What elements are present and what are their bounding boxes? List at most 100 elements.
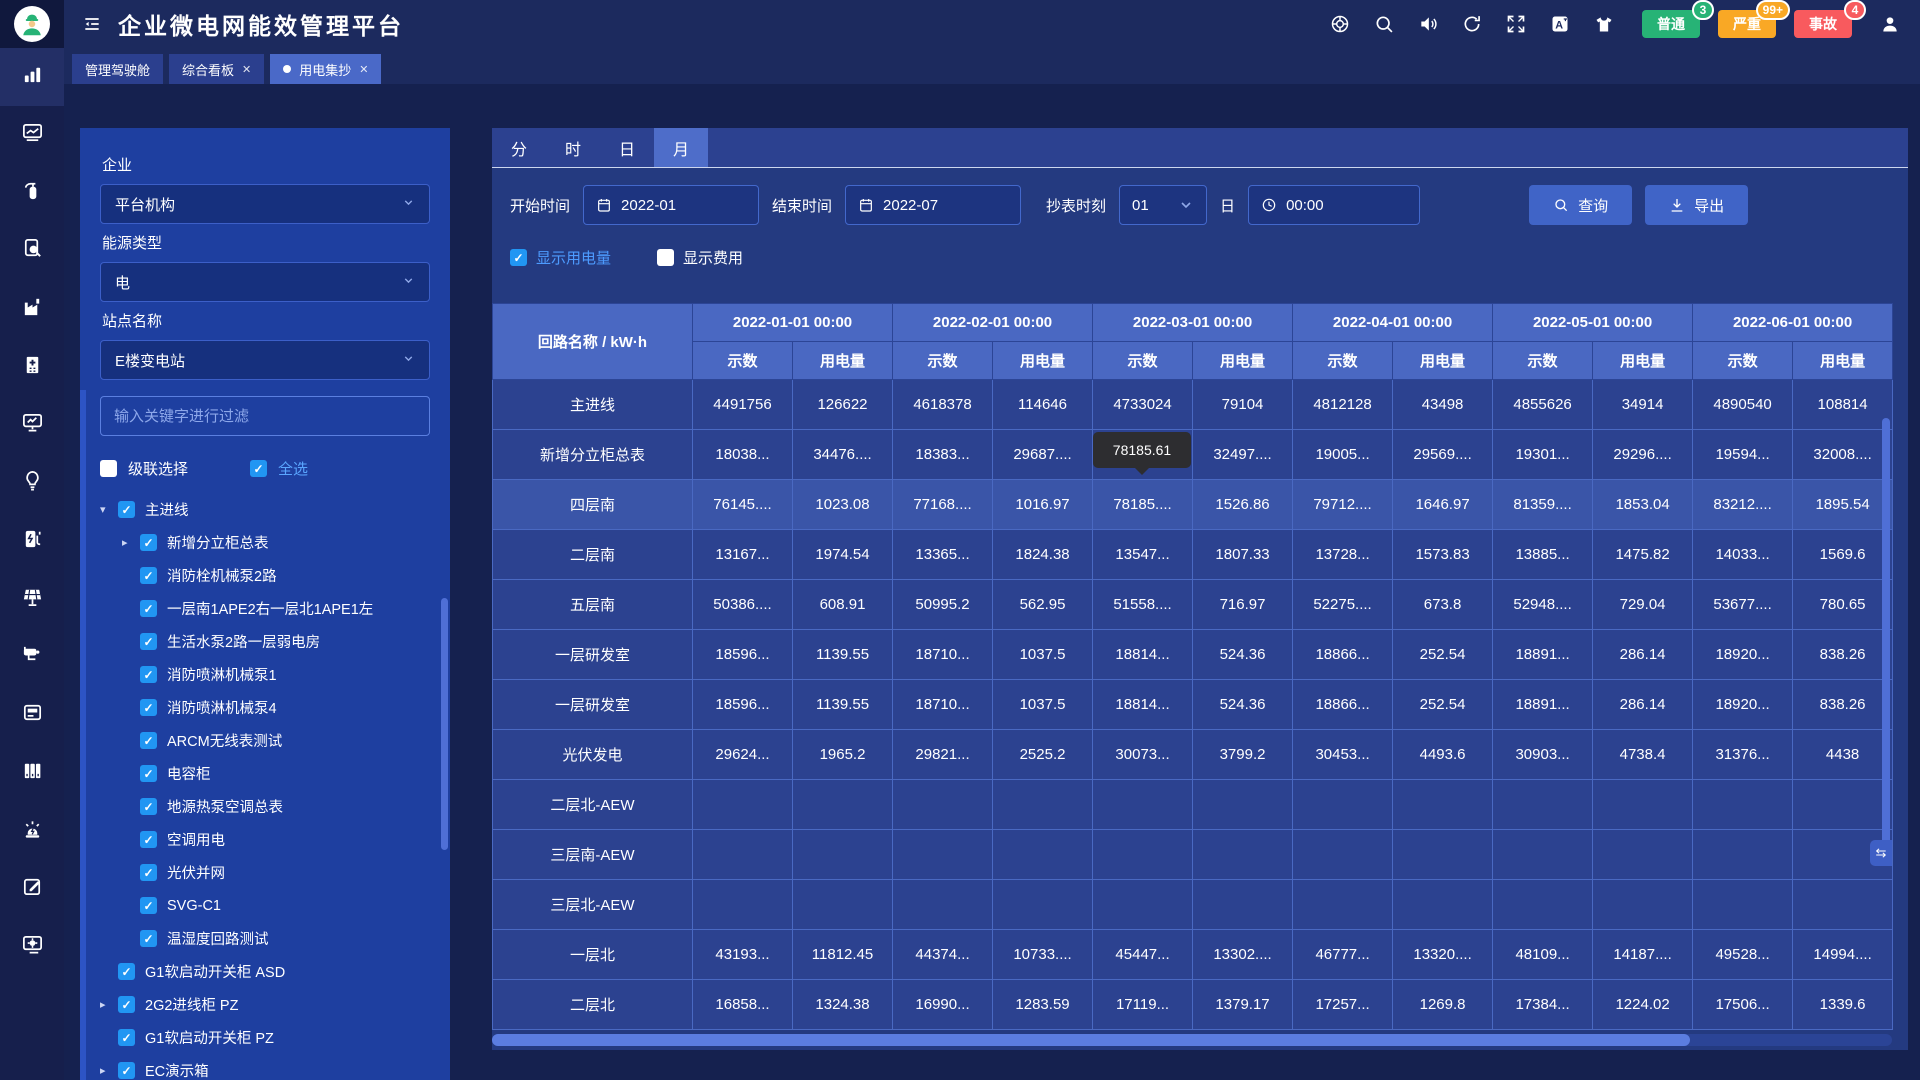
sidebar-item-hospital[interactable] xyxy=(0,338,64,396)
tree-item[interactable]: ▸✓2G2进线柜 PZ xyxy=(100,988,430,1021)
tree-item-checkbox[interactable]: ✓ xyxy=(140,765,157,782)
table-row[interactable]: 一层北43193...11812.4544374...10733....4544… xyxy=(493,930,1893,980)
tree-item-checkbox[interactable]: ✓ xyxy=(140,567,157,584)
tree-item-checkbox[interactable]: ✓ xyxy=(140,699,157,716)
tree-item[interactable]: ✓ARCM无线表测试 xyxy=(100,724,430,757)
close-tab-icon[interactable]: ✕ xyxy=(359,63,368,76)
nav-tab[interactable]: 管理驾驶舱 xyxy=(72,54,163,84)
sidebar-item-cctv-camera[interactable] xyxy=(0,628,64,686)
sidebar-item-solar-panel[interactable] xyxy=(0,570,64,628)
fullscreen-icon[interactable] xyxy=(1506,14,1526,34)
table-row[interactable]: 三层北-AEW xyxy=(493,880,1893,930)
nav-tab[interactable]: 用电集抄✕ xyxy=(270,54,381,84)
tree-item-checkbox[interactable]: ✓ xyxy=(118,996,135,1013)
tree-item-checkbox[interactable]: ✓ xyxy=(140,732,157,749)
end-date-input[interactable]: 2022-07 xyxy=(845,185,1021,225)
close-tab-icon[interactable]: ✕ xyxy=(242,63,251,76)
tree-item-checkbox[interactable]: ✓ xyxy=(118,501,135,518)
cascade-select-checkbox[interactable] xyxy=(100,460,117,477)
sidebar-item-inspection[interactable] xyxy=(0,222,64,280)
help-icon[interactable] xyxy=(1330,14,1350,34)
sidebar-item-bar-chart[interactable] xyxy=(0,48,64,106)
period-tab[interactable]: 时 xyxy=(546,128,600,167)
show-energy-option[interactable]: ✓ 显示用电量 xyxy=(510,247,611,268)
tree-item-checkbox[interactable]: ✓ xyxy=(140,831,157,848)
period-tab[interactable]: 月 xyxy=(654,128,708,167)
export-button[interactable]: 导出 xyxy=(1645,185,1748,225)
sidebar-item-bulb[interactable] xyxy=(0,454,64,512)
select-all-checkbox[interactable]: ✓ xyxy=(250,460,267,477)
column-settings-handle[interactable]: ⇆ xyxy=(1870,840,1892,866)
table-row[interactable]: 一层研发室18596...1139.5518710...1037.518814.… xyxy=(493,630,1893,680)
tree-item[interactable]: ✓消防喷淋机械泵1 xyxy=(100,658,430,691)
show-cost-option[interactable]: 显示费用 xyxy=(657,247,743,268)
table-row[interactable]: 新增分立柜总表18038...34476....18383...29687...… xyxy=(493,430,1893,480)
sidebar-item-fire-extinguisher[interactable] xyxy=(0,164,64,222)
nav-tab[interactable]: 综合看板✕ xyxy=(169,54,264,84)
tree-item-checkbox[interactable]: ✓ xyxy=(118,1062,135,1079)
tree-item-checkbox[interactable]: ✓ xyxy=(140,798,157,815)
table-row[interactable]: 五层南50386....608.9150995.2562.9551558....… xyxy=(493,580,1893,630)
caret-right-icon[interactable]: ▸ xyxy=(100,1064,118,1077)
caret-right-icon[interactable]: ▸ xyxy=(122,536,140,549)
tree-item[interactable]: ▸✓新增分立柜总表 xyxy=(100,526,430,559)
sidebar-item-alarm-light[interactable] xyxy=(0,802,64,860)
tree-item[interactable]: ✓G1软启动开关柜 PZ xyxy=(100,1021,430,1054)
tree-item[interactable]: ▾✓主进线 xyxy=(100,493,430,526)
tree-item[interactable]: ✓消防喷淋机械泵4 xyxy=(100,691,430,724)
table-row[interactable]: 一层研发室18596...1139.5518710...1037.518814.… xyxy=(493,680,1893,730)
caret-right-icon[interactable]: ▸ xyxy=(100,998,118,1011)
horizontal-scrollbar-thumb[interactable] xyxy=(492,1034,1690,1046)
meter-day-select[interactable]: 01 xyxy=(1119,185,1207,225)
start-date-input[interactable]: 2022-01 xyxy=(583,185,759,225)
table-row[interactable]: 主进线4491756126622461837811464647330247910… xyxy=(493,380,1893,430)
tree-item[interactable]: ✓生活水泵2路一层弱电房 xyxy=(100,625,430,658)
tree-item-checkbox[interactable]: ✓ xyxy=(140,930,157,947)
table-row[interactable]: 三层南-AEW xyxy=(493,830,1893,880)
filter-select-2[interactable]: E楼变电站 xyxy=(100,340,430,380)
tree-item[interactable]: ▸✓EC演示箱 xyxy=(100,1054,430,1080)
tree-item[interactable]: ✓G1软启动开关柜 ASD xyxy=(100,955,430,988)
translate-icon[interactable]: A xyxy=(1550,14,1570,34)
vertical-scrollbar-thumb[interactable] xyxy=(1882,418,1890,850)
tree-item[interactable]: ✓空调用电 xyxy=(100,823,430,856)
filter-select-1[interactable]: 电 xyxy=(100,262,430,302)
sidebar-item-ev-charger[interactable] xyxy=(0,512,64,570)
tree-item[interactable]: ✓地源热泵空调总表 xyxy=(100,790,430,823)
period-tab[interactable]: 分 xyxy=(492,128,546,167)
tree-item[interactable]: ✓温湿度回路测试 xyxy=(100,922,430,955)
sidebar-item-system-settings[interactable] xyxy=(0,918,64,976)
table-row[interactable]: 二层北16858...1324.3816990...1283.5917119..… xyxy=(493,980,1893,1030)
table-row[interactable]: 光伏发电29624...1965.229821...2525.230073...… xyxy=(493,730,1893,780)
sidebar-item-archive[interactable] xyxy=(0,744,64,802)
tree-item-checkbox[interactable]: ✓ xyxy=(140,864,157,881)
alarm-badge[interactable]: 事故4 xyxy=(1794,10,1852,38)
period-tab[interactable]: 日 xyxy=(600,128,654,167)
tree-item-checkbox[interactable]: ✓ xyxy=(140,666,157,683)
tree-item-checkbox[interactable]: ✓ xyxy=(140,633,157,650)
tree-item[interactable]: ✓SVG-C1 xyxy=(100,889,430,922)
tshirt-icon[interactable] xyxy=(1594,14,1614,34)
tree-item[interactable]: ✓电容柜 xyxy=(100,757,430,790)
sidebar-item-monitor-chart[interactable] xyxy=(0,396,64,454)
user-icon[interactable] xyxy=(1880,14,1900,34)
select-all-label[interactable]: 全选 xyxy=(278,458,308,479)
table-row[interactable]: 二层北-AEW xyxy=(493,780,1893,830)
sidebar-item-terminal[interactable] xyxy=(0,686,64,744)
query-button[interactable]: 查询 xyxy=(1529,185,1632,225)
table-row[interactable]: 四层南76145....1023.0877168....1016.9778185… xyxy=(493,480,1893,530)
volume-icon[interactable] xyxy=(1418,14,1438,34)
sidebar-item-edit[interactable] xyxy=(0,860,64,918)
sidebar-item-factory[interactable] xyxy=(0,280,64,338)
tree-item[interactable]: ✓一层南1APE2右一层北1APE1左 xyxy=(100,592,430,625)
table-row[interactable]: 二层南13167...1974.5413365...1824.3813547..… xyxy=(493,530,1893,580)
refresh-icon[interactable] xyxy=(1462,14,1482,34)
tree-item-checkbox[interactable]: ✓ xyxy=(118,963,135,980)
meter-clock-input[interactable]: 00:00 xyxy=(1248,185,1420,225)
tree-item-checkbox[interactable]: ✓ xyxy=(140,600,157,617)
panel-scrollbar-thumb[interactable] xyxy=(441,598,448,850)
collapse-sidebar-icon[interactable] xyxy=(82,14,102,34)
tree-item-checkbox[interactable]: ✓ xyxy=(140,534,157,551)
search-icon[interactable] xyxy=(1374,14,1394,34)
sidebar-item-trend-chart[interactable] xyxy=(0,106,64,164)
